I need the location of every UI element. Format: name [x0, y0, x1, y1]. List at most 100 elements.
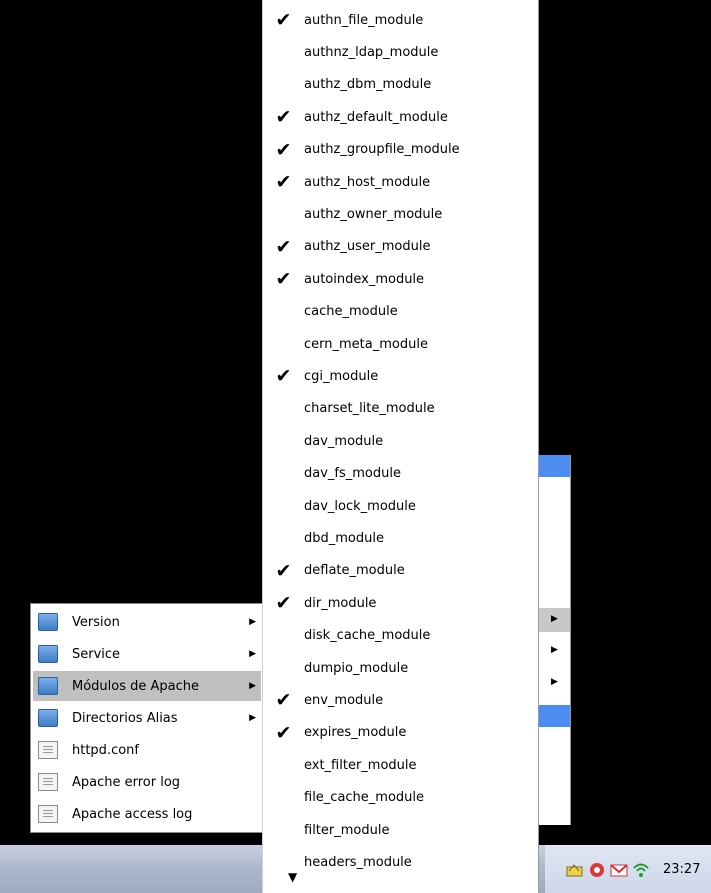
module-item-expires-module[interactable]: ✔ expires_module: [263, 717, 538, 749]
menu-item-label: httpd.conf: [72, 742, 139, 758]
module-item-cern-meta-module[interactable]: cern_meta_module: [263, 328, 538, 360]
menu-item-service[interactable]: Service ▶: [33, 639, 261, 669]
document-icon: [38, 741, 58, 759]
module-name: dav_fs_module: [304, 466, 401, 482]
document-icon: [38, 773, 58, 791]
module-name: expires_module: [304, 725, 407, 741]
check-icon: ✔: [275, 235, 292, 258]
menu-item-apache-access-log[interactable]: Apache access log: [33, 799, 261, 829]
module-name: filter_module: [304, 822, 390, 838]
module-name: authz_groupfile_module: [304, 142, 460, 158]
module-name: dav_module: [304, 433, 384, 449]
module-item-dav-lock-module[interactable]: dav_lock_module: [263, 490, 538, 522]
module-name: charset_lite_module: [304, 401, 435, 417]
module-item-disk-cache-module[interactable]: disk_cache_module: [263, 620, 538, 652]
chevron-right-icon: ▶: [551, 677, 558, 687]
module-name: authz_owner_module: [304, 206, 443, 222]
module-name: cern_meta_module: [304, 336, 428, 352]
menu-item-label: Version: [72, 614, 120, 630]
menu-item-label: Service: [72, 646, 121, 662]
system-tray: 23:27: [545, 845, 711, 893]
module-name: dumpio_module: [304, 660, 409, 676]
module-name: file_cache_module: [304, 790, 425, 806]
module-name: disk_cache_module: [304, 628, 431, 644]
module-name: authz_default_module: [304, 109, 448, 125]
menu-item-label: Módulos de Apache: [72, 678, 200, 694]
clock[interactable]: 23:27: [663, 862, 700, 877]
module-name: authz_user_module: [304, 239, 431, 255]
module-item-charset-lite-module[interactable]: charset_lite_module: [263, 393, 538, 425]
module-name: env_module: [304, 692, 384, 708]
wamp-main-menu: Version ▶ Service ▶ Módulos de Apache ▶ …: [30, 603, 264, 833]
check-icon: ✔: [275, 106, 292, 129]
check-icon: ✔: [275, 721, 292, 744]
module-item-authz-user-module[interactable]: ✔ authz_user_module: [263, 231, 538, 263]
check-icon: ✔: [275, 138, 292, 161]
module-item-authz-owner-module[interactable]: authz_owner_module: [263, 198, 538, 230]
chevron-right-icon: ▶: [249, 713, 256, 723]
check-icon: ✔: [275, 365, 292, 388]
module-item-cache-module[interactable]: cache_module: [263, 296, 538, 328]
module-item-headers-module[interactable]: headers_module: [263, 846, 538, 878]
document-icon: [38, 805, 58, 823]
chevron-right-icon: ▶: [551, 614, 558, 624]
module-name: dav_lock_module: [304, 498, 416, 514]
check-icon: ✔: [275, 268, 292, 291]
module-item-dumpio-module[interactable]: dumpio_module: [263, 652, 538, 684]
background-menu: ▶ ▶ ▶: [536, 455, 571, 825]
check-icon: ✔: [275, 9, 292, 31]
module-item-authz-default-module[interactable]: ✔ authz_default_module: [263, 101, 538, 133]
module-name: deflate_module: [304, 563, 405, 579]
module-item-file-cache-module[interactable]: file_cache_module: [263, 782, 538, 814]
folder-icon: [38, 645, 58, 663]
chevron-right-icon: ▶: [249, 681, 256, 691]
menu-item-httpd-conf[interactable]: httpd.conf: [33, 735, 261, 765]
menu-item-label: Directorios Alias: [72, 710, 178, 726]
module-item-dav-module[interactable]: dav_module: [263, 425, 538, 457]
module-item-dav-fs-module[interactable]: dav_fs_module: [263, 458, 538, 490]
check-icon: ✔: [275, 171, 292, 193]
module-item-authz-host-module[interactable]: ✔ authz_host_module: [263, 166, 538, 198]
network-icon[interactable]: [565, 861, 585, 879]
check-icon: ✔: [275, 689, 292, 712]
gmail-icon[interactable]: [609, 861, 629, 879]
module-name: authz_dbm_module: [304, 77, 432, 93]
menu-item-apache-error-log[interactable]: Apache error log: [33, 767, 261, 797]
module-item-ext-filter-module[interactable]: ext_filter_module: [263, 749, 538, 781]
wifi-icon[interactable]: [631, 861, 651, 879]
folder-icon: [38, 709, 58, 727]
messenger-icon[interactable]: [587, 861, 607, 879]
module-name: dir_module: [304, 595, 377, 611]
module-item-cgi-module[interactable]: ✔ cgi_module: [263, 360, 538, 392]
background-menu-highlight: [536, 455, 570, 477]
module-item-env-module[interactable]: ✔ env_module: [263, 684, 538, 716]
module-item-authn-file-module[interactable]: ✔ authn_file_module: [263, 4, 538, 36]
module-name: authnz_ldap_module: [304, 44, 439, 60]
module-item-authnz-ldap-module[interactable]: authnz_ldap_module: [263, 36, 538, 68]
folder-icon: [38, 677, 58, 695]
menu-item-directorios-alias[interactable]: Directorios Alias ▶: [33, 703, 261, 733]
module-item-authz-groupfile-module[interactable]: ✔ authz_groupfile_module: [263, 134, 538, 166]
module-name: authn_file_module: [304, 12, 424, 28]
menu-item-label: Apache access log: [72, 806, 193, 822]
apache-modules-menu: ▼ ✔ authn_file_module authnz_ldap_module au…: [262, 0, 539, 893]
module-name: ext_filter_module: [304, 757, 417, 773]
module-name: autoindex_module: [304, 271, 425, 287]
menu-item-modulos-de-apache[interactable]: Módulos de Apache ▶: [33, 671, 261, 701]
module-name: cache_module: [304, 304, 398, 320]
menu-item-version[interactable]: Version ▶: [33, 607, 261, 637]
module-name: cgi_module: [304, 368, 379, 384]
menu-item-label: Apache error log: [72, 774, 181, 790]
background-menu-highlight: [536, 705, 570, 727]
module-item-filter-module[interactable]: filter_module: [263, 814, 538, 846]
module-item-authz-dbm-module[interactable]: authz_dbm_module: [263, 69, 538, 101]
module-item-deflate-module[interactable]: ✔ deflate_module: [263, 555, 538, 587]
chevron-right-icon: ▶: [551, 645, 558, 655]
check-icon: ✔: [275, 592, 292, 615]
module-name: dbd_module: [304, 530, 384, 546]
module-item-dir-module[interactable]: ✔ dir_module: [263, 587, 538, 619]
module-name: headers_module: [304, 854, 412, 870]
module-item-autoindex-module[interactable]: ✔ autoindex_module: [263, 263, 538, 295]
module-item-dbd-module[interactable]: dbd_module: [263, 522, 538, 554]
check-icon: ✔: [275, 559, 292, 582]
